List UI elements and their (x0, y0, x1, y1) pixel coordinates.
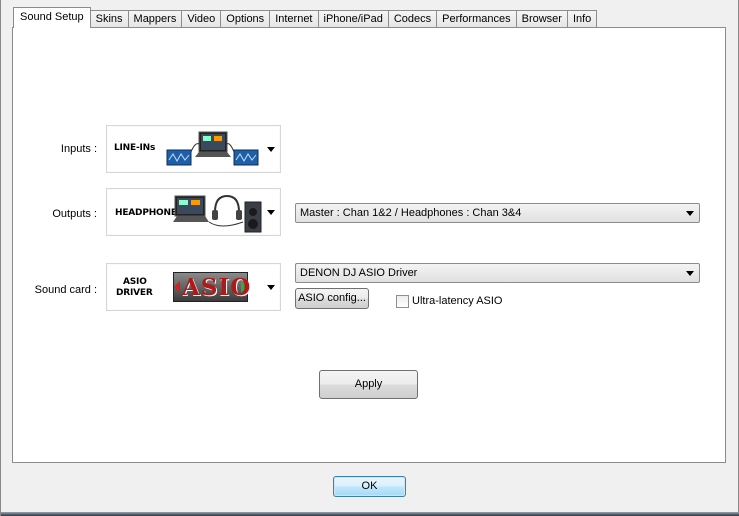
tab-iphone-ipad[interactable]: iPhone/iPad (317, 10, 389, 28)
sound-card-label: Sound card : (34, 284, 97, 296)
chevron-down-icon (267, 147, 275, 152)
settings-dialog: Sound Setup Skins Mappers Video Options … (0, 0, 739, 516)
asio-logo-text: ASIO (182, 274, 252, 301)
headphones-speaker-icon (173, 194, 262, 233)
line-in-laptop-icon (166, 131, 259, 166)
apply-button[interactable]: Apply (319, 370, 418, 399)
tab-info[interactable]: Info (566, 10, 598, 28)
asio-image-label-1: ASIO (123, 277, 147, 287)
asio-driver-select[interactable]: DENON DJ ASIO Driver (295, 263, 700, 283)
tab-browser[interactable]: Browser (515, 10, 568, 28)
tab-performances[interactable]: Performances (436, 10, 517, 28)
asio-image-label-2: DRIVER (116, 288, 153, 298)
ultra-latency-checkbox[interactable] (396, 295, 409, 308)
inputs-image-label: LINE-INs (114, 143, 156, 153)
outputs-label: Outputs : (52, 208, 97, 220)
tab-mappers[interactable]: Mappers (127, 10, 183, 28)
tab-codecs[interactable]: Codecs (387, 10, 438, 28)
sound-card-selector[interactable]: ASIO DRIVER ASIO (106, 263, 281, 311)
chevron-down-icon (686, 211, 694, 216)
tab-internet[interactable]: Internet (269, 10, 319, 28)
asio-config-button[interactable]: ASIO config... (295, 288, 369, 309)
inputs-selector[interactable]: LINE-INs (106, 125, 281, 173)
tab-bar: Sound Setup Skins Mappers Video Options … (13, 7, 598, 28)
outputs-selector[interactable]: HEADPHONES (106, 188, 281, 236)
ok-button[interactable]: OK (333, 476, 406, 497)
red-arrow-icon (174, 281, 180, 293)
tab-video[interactable]: Video (181, 10, 222, 28)
asio-driver-value: DENON DJ ASIO Driver (300, 267, 418, 279)
taskbar-edge (1, 512, 739, 516)
inputs-label: Inputs : (60, 143, 97, 155)
chevron-down-icon (686, 271, 694, 276)
chevron-down-icon (267, 285, 275, 290)
tab-skins[interactable]: Skins (89, 10, 129, 28)
asio-logo: ASIO (173, 272, 252, 302)
ultra-latency-label: Ultra-latency ASIO (412, 295, 503, 307)
tab-options[interactable]: Options (220, 10, 271, 28)
output-routing-value: Master : Chan 1&2 / Headphones : Chan 3&… (300, 207, 522, 219)
tab-sound-setup[interactable]: Sound Setup (13, 7, 91, 28)
output-routing-select[interactable]: Master : Chan 1&2 / Headphones : Chan 3&… (295, 203, 700, 223)
chevron-down-icon (267, 210, 275, 215)
